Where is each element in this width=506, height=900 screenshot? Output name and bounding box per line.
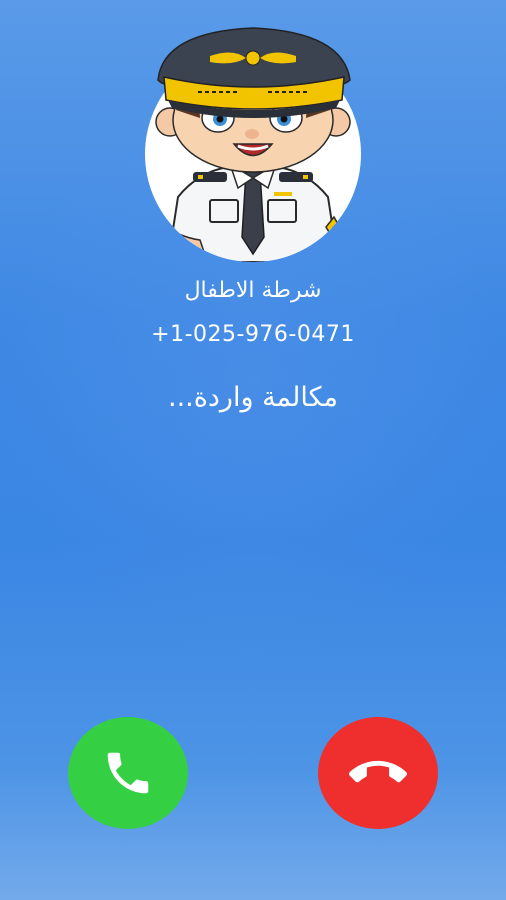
incoming-call-screen: شرطة الاطفال +1-025-976-0471 مكالمة وارد… [0, 0, 506, 900]
phone-hangup-icon [349, 760, 407, 783]
caller-name: شرطة الاطفال [184, 278, 322, 303]
police-boy-avatar [145, 27, 361, 262]
decline-call-button[interactable] [318, 717, 438, 829]
call-status: مكالمة واردة... [168, 382, 338, 413]
caller-number: +1-025-976-0471 [151, 322, 355, 347]
accept-call-button[interactable] [68, 717, 188, 829]
phone-icon [107, 752, 149, 794]
